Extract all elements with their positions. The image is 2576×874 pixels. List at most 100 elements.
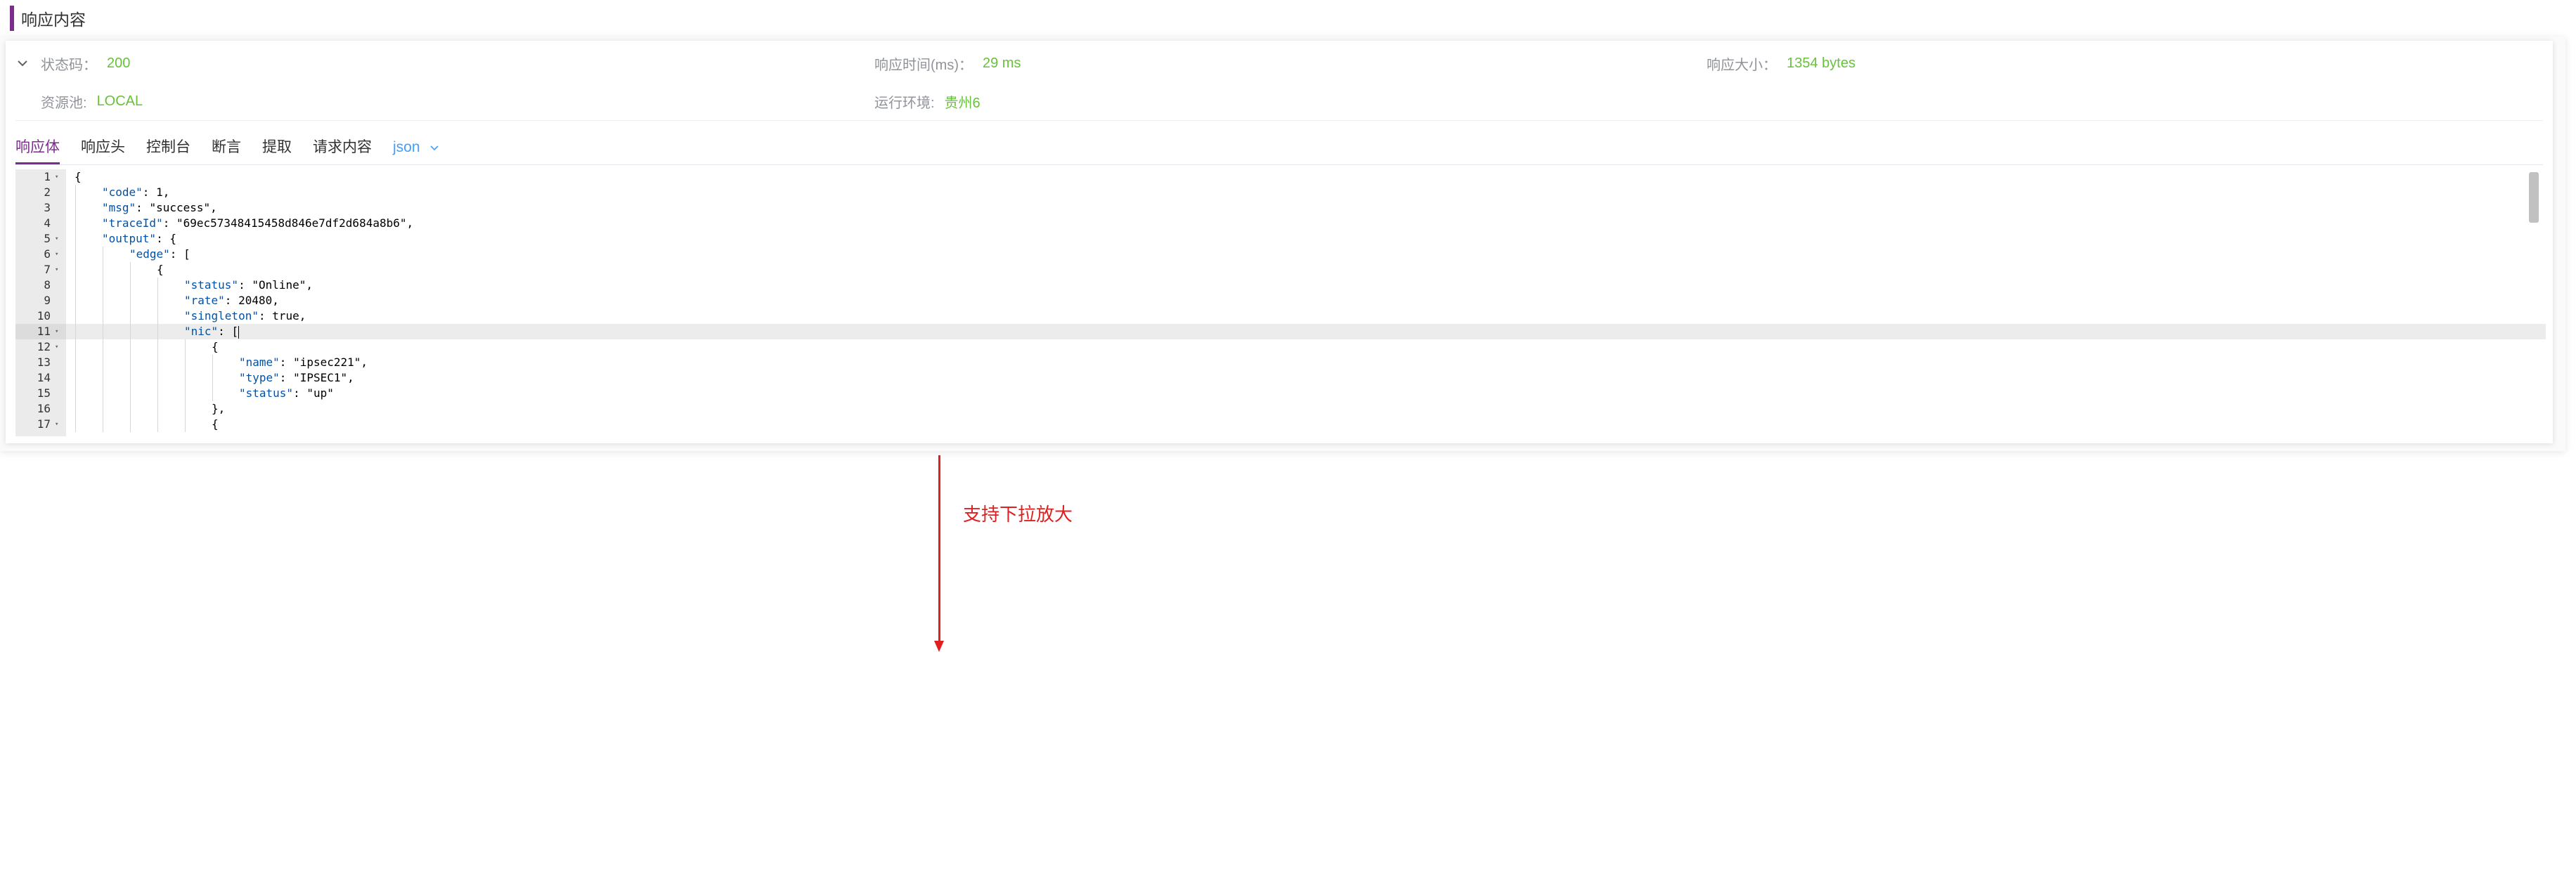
indent-guide <box>130 308 131 324</box>
indent-guide <box>130 370 131 386</box>
code-line: 15 "status": "up" <box>15 386 2546 401</box>
indent-guide <box>75 417 76 432</box>
response-tabs: 响应体 响应头 控制台 断言 提取 请求内容 json <box>15 132 440 164</box>
code-text: "rate": 20480, <box>184 294 279 307</box>
annotation-arrow-head <box>934 641 944 652</box>
code-text: }, <box>212 402 226 415</box>
indent-guide <box>157 370 158 386</box>
code-line: 10 "singleton": true, <box>15 308 2546 324</box>
indent-guide <box>75 231 76 247</box>
code-text: "code": 1, <box>102 185 170 199</box>
editor-scrollbar[interactable] <box>2529 169 2539 436</box>
response-time-value: 29 ms <box>982 55 1021 71</box>
code-text: { <box>212 417 219 431</box>
fold-toggle-icon[interactable]: ▾ <box>55 231 63 247</box>
indent-guide <box>157 417 158 432</box>
indent-guide <box>157 401 158 417</box>
code-text: "msg": "success", <box>102 201 217 214</box>
info-divider <box>15 120 2543 121</box>
run-env-info: 运行环境: 贵州6 <box>874 91 980 112</box>
annotation-text: 支持下拉放大 <box>963 504 1073 525</box>
indent-guide <box>185 401 186 417</box>
indent-guide <box>212 370 213 386</box>
resource-pool-value: LOCAL <box>96 93 143 109</box>
tab-response-body[interactable]: 响应体 <box>15 132 60 164</box>
line-number: 9 <box>44 294 51 307</box>
chevron-down-icon <box>429 145 439 151</box>
indent-guide <box>75 185 76 200</box>
code-line: 11 ▾ "nic": [ <box>15 324 2546 339</box>
code-line: 7 ▾{ <box>15 262 2546 278</box>
chevron-down-icon[interactable] <box>15 56 30 70</box>
fold-toggle-icon[interactable]: ▾ <box>55 169 63 185</box>
indent-guide <box>157 355 158 370</box>
indent-guide <box>212 386 213 401</box>
code-lines: 1 ▾{2 "code": 1, 3 "msg": "success", 4 "traceI… <box>15 169 2546 432</box>
line-number: 2 <box>44 185 51 199</box>
indent-guide <box>185 386 186 401</box>
indent-guide <box>130 293 131 308</box>
indent-guide <box>130 355 131 370</box>
line-number: 14 <box>37 371 51 384</box>
indent-guide <box>157 293 158 308</box>
line-number: 10 <box>37 309 51 322</box>
section-title: 响应内容 <box>10 6 86 31</box>
fold-toggle-icon[interactable]: ▾ <box>55 262 63 278</box>
tab-request-content[interactable]: 请求内容 <box>313 132 372 163</box>
fold-toggle-icon[interactable]: ▾ <box>55 339 63 355</box>
status-code-info: 状态码： 200 <box>41 53 130 74</box>
indent-guide <box>157 278 158 293</box>
code-line: 3 "msg": "success", <box>15 200 2546 216</box>
indent-guide <box>130 278 131 293</box>
code-text: "name": "ipsec221", <box>239 356 368 369</box>
code-line: 16}, <box>15 401 2546 417</box>
tab-assertions[interactable]: 断言 <box>212 132 241 163</box>
code-text: "nic": [ <box>184 325 240 339</box>
indent-guide <box>130 324 131 339</box>
tab-console[interactable]: 控制台 <box>146 132 190 163</box>
code-line: 17 ▾{ <box>15 417 2546 432</box>
indent-guide <box>75 200 76 216</box>
response-panel: 状态码： 200 响应时间(ms)： 29 ms 响应大小： 1354 byte… <box>6 41 2553 443</box>
response-size-value: 1354 bytes <box>1787 55 1856 71</box>
format-select[interactable]: json <box>393 132 440 163</box>
indent-guide <box>75 308 76 324</box>
fold-toggle-icon[interactable]: ▾ <box>55 324 63 339</box>
editor-scrollbar-thumb[interactable] <box>2529 172 2539 223</box>
indent-guide <box>130 417 131 432</box>
indent-guide <box>75 324 76 339</box>
format-select-value: json <box>393 139 420 155</box>
code-line: 2 "code": 1, <box>15 185 2546 200</box>
indent-guide <box>157 324 158 339</box>
indent-guide <box>130 339 131 355</box>
code-text: { <box>212 340 219 353</box>
tab-response-headers[interactable]: 响应头 <box>81 132 125 163</box>
section-title-text: 响应内容 <box>21 11 86 29</box>
indent-guide <box>75 278 76 293</box>
tab-extract[interactable]: 提取 <box>262 132 292 163</box>
indent-guide <box>75 370 76 386</box>
code-text: "type": "IPSEC1", <box>239 371 354 384</box>
indent-guide <box>157 339 158 355</box>
info-row-2: 资源池: LOCAL 运行环境: 贵州6 <box>6 87 2553 115</box>
info-row-1: 状态码： 200 响应时间(ms)： 29 ms 响应大小： 1354 byte… <box>6 49 2553 77</box>
indent-guide <box>212 355 213 370</box>
indent-guide <box>185 370 186 386</box>
code-text: "traceId": "69ec57348415458d846e7df2d684… <box>102 216 414 230</box>
code-line: 9 "rate": 20480, <box>15 293 2546 308</box>
line-number: 16 <box>37 402 51 415</box>
fold-toggle-icon[interactable]: ▾ <box>55 417 63 432</box>
code-text: "edge": [ <box>129 247 190 261</box>
code-line: 14 "type": "IPSEC1", <box>15 370 2546 386</box>
code-editor[interactable]: 1 ▾{2 "code": 1, 3 "msg": "success", 4 "traceI… <box>15 169 2546 436</box>
code-line: 4 "traceId": "69ec57348415458d846e7df2d68… <box>15 216 2546 231</box>
code-line: 13 "name": "ipsec221", <box>15 355 2546 370</box>
indent-guide <box>75 386 76 401</box>
code-text: { <box>75 170 82 183</box>
run-env-value: 贵州6 <box>944 95 980 111</box>
code-text: "status": "Online", <box>184 278 313 292</box>
line-number: 13 <box>37 356 51 369</box>
fold-toggle-icon[interactable]: ▾ <box>55 247 63 262</box>
line-number: 4 <box>44 216 51 230</box>
response-time-label: 响应时间(ms)： <box>874 57 973 73</box>
